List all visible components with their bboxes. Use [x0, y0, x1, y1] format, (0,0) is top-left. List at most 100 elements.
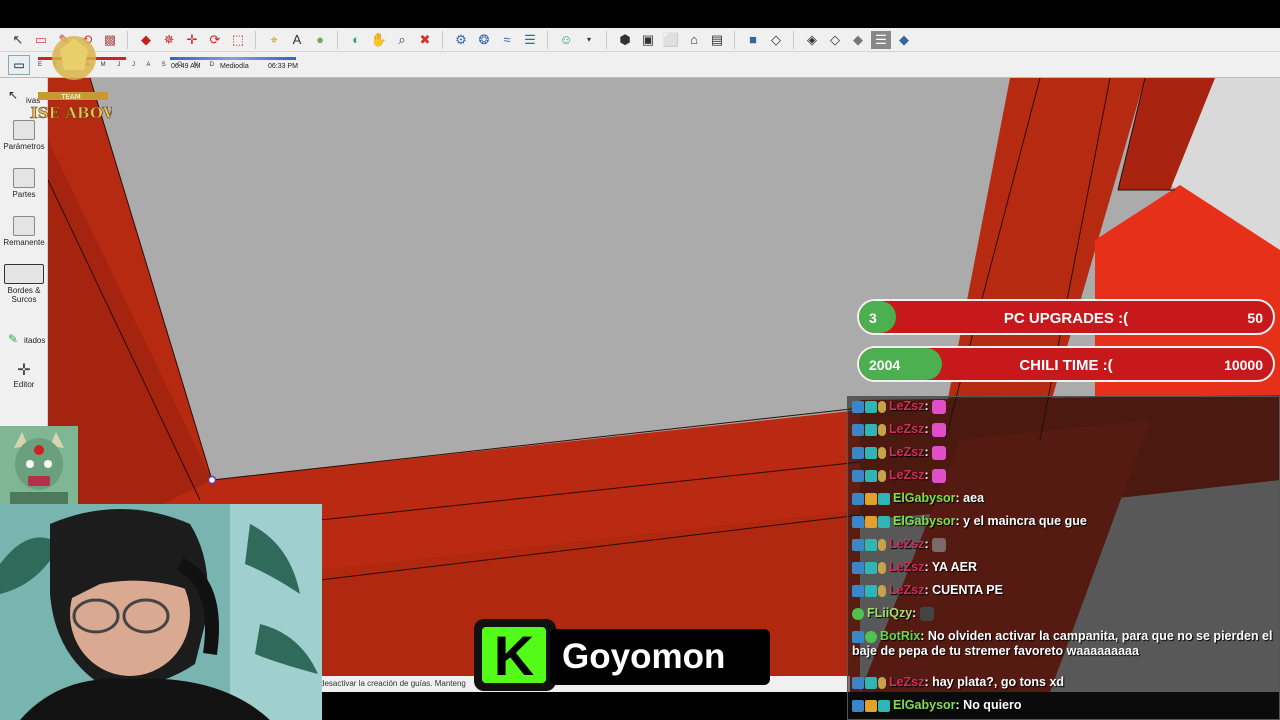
home-view-icon[interactable]: ⌂	[684, 31, 704, 49]
wireframe-icon[interactable]: ◇	[766, 31, 786, 49]
orbit-icon[interactable]: ◐	[346, 31, 366, 49]
sidebar-item-bordes[interactable]: Bordes & Surcos	[0, 264, 48, 304]
goal-target: 50	[1247, 310, 1263, 326]
paint-bucket-icon[interactable]: ●	[310, 31, 330, 49]
chat-username[interactable]: FLiiQzy	[867, 606, 912, 620]
chat-username[interactable]: LeZsz	[889, 445, 924, 459]
chat-message: LeZsz:	[852, 537, 1276, 552]
iso-view-icon[interactable]: ⬢	[615, 31, 635, 49]
style-icon[interactable]: ◆	[894, 31, 914, 49]
sidebar-item-remanente[interactable]: Remanente	[0, 216, 48, 247]
kick-logo-frame: K	[474, 619, 556, 691]
scale-icon[interactable]: ⬚	[228, 31, 248, 49]
chat-username[interactable]: LeZsz	[889, 675, 924, 689]
sandbox-icon[interactable]: ≈	[497, 31, 517, 49]
kick-nameplate: K Goyomon	[474, 619, 770, 691]
pink-emote	[932, 468, 947, 483]
shaded-texture-icon[interactable]: ◇	[825, 31, 845, 49]
solid-tools-icon[interactable]: ❂	[474, 31, 494, 49]
streamer-name: Goyomon	[550, 629, 770, 685]
back-view-icon[interactable]: ▤	[707, 31, 727, 49]
rotate-icon[interactable]: ⟳	[205, 31, 225, 49]
chat-username[interactable]: LeZsz	[889, 537, 924, 551]
xray-icon[interactable]: ☰	[871, 30, 891, 49]
arrow-cursor-icon: ↖	[8, 88, 19, 102]
shaded-icon[interactable]: ■	[743, 31, 763, 49]
time-slider[interactable]	[170, 57, 296, 60]
sidebar-item-partes[interactable]: Partes	[0, 168, 48, 199]
main-toolbar: ↖ ▭ ✎ ⟲ ▩ ◆ ✵ ✛ ⟳ ⬚ ⌖ A ● ◐ ✋ ⌕ ✖ ⚙ ❂ ≈ …	[0, 28, 1280, 52]
chat-username[interactable]: ElGabysor	[893, 491, 956, 505]
title-bar	[0, 0, 1280, 28]
chat-panel: LeZsz: LeZsz: LeZsz: LeZsz: ElGabysor: a…	[847, 396, 1280, 720]
chat-message: ElGabysor: y el maincra que gue	[852, 514, 1276, 529]
svg-text:TEAM: TEAM	[60, 93, 81, 101]
select-icon[interactable]: ↖	[8, 31, 28, 49]
goal-title: PC UPGRADES :(	[1003, 310, 1129, 327]
user-icon[interactable]: ☺	[556, 31, 576, 49]
sidebar-item-label: Editor	[13, 380, 35, 389]
time-mid: Mediodía	[220, 63, 249, 70]
chat-message: ElGabysor: No quiero	[852, 698, 1276, 713]
layers-icon[interactable]: ☰	[520, 31, 540, 49]
tools-sidebar: ↖ ivas Parámetros Partes Remanente Borde…	[0, 78, 48, 426]
toolbar-divider	[734, 30, 740, 49]
zoom-extents-icon[interactable]: ✖	[415, 31, 435, 49]
chat-username[interactable]: LeZsz	[889, 560, 924, 574]
components-icon[interactable]: ⚙	[451, 31, 471, 49]
chat-username[interactable]: LeZsz	[889, 399, 924, 413]
pink-emote	[932, 445, 947, 460]
sidebar-item-label: Bordes & Surcos	[7, 286, 41, 304]
chat-username[interactable]: ElGabysor	[893, 514, 956, 528]
push-pull-icon[interactable]: ◆	[136, 31, 156, 49]
user-badges	[852, 606, 865, 621]
goal-bar-chili-time: 2004 CHILI TIME :( 10000	[857, 346, 1275, 382]
stream-overlay: ↖ ▭ ✎ ⟲ ▩ ◆ ✵ ✛ ⟳ ⬚ ⌖ A ● ◐ ✋ ⌕ ✖ ⚙ ❂ ≈ …	[0, 0, 1280, 720]
pink-emote	[932, 422, 947, 437]
walk-icon[interactable]: ✋	[369, 31, 389, 49]
chat-username[interactable]: LeZsz	[889, 468, 924, 482]
chat-message: LeZsz:	[852, 422, 1276, 437]
chat-message: FLiiQzy:	[852, 606, 1276, 621]
toolbar-divider	[127, 30, 133, 49]
chat-message: BotRix: No olviden activar la campanita,…	[852, 629, 1273, 659]
chat-username[interactable]: ElGabysor	[893, 698, 956, 712]
sidebar-item-label: Remanente	[3, 238, 45, 247]
toolbar-divider	[547, 30, 553, 49]
user-badges	[852, 560, 887, 575]
toolbar-divider	[255, 30, 261, 49]
goal-title: CHILI TIME :(	[1019, 357, 1113, 374]
text-icon[interactable]: A	[287, 31, 307, 49]
front-view-icon[interactable]: ⬜	[661, 31, 681, 49]
toolbar-divider	[793, 30, 799, 49]
user-badges	[852, 583, 887, 598]
monochrome-icon[interactable]: ◆	[848, 31, 868, 49]
edge-icon	[4, 264, 44, 284]
top-view-icon[interactable]: ▣	[638, 31, 658, 49]
user-badges	[852, 491, 891, 506]
zoom-icon[interactable]: ⌕	[392, 31, 412, 49]
move-icon[interactable]: ✛	[182, 31, 202, 49]
kick-logo-icon: K	[482, 627, 546, 685]
chat-text: CUENTA PE	[932, 583, 1003, 597]
person-emote	[919, 606, 934, 621]
copy-icon	[13, 216, 35, 236]
svg-text:RISE ABOVE: RISE ABOVE	[30, 104, 112, 122]
chat-text: hay plata?, go tons xd	[932, 675, 1065, 689]
user-badges	[852, 698, 891, 713]
follow-me-icon[interactable]: ✵	[159, 31, 179, 49]
sidebar-item-editor[interactable]: ✛ Editor	[0, 360, 48, 389]
chat-message: LeZsz: hay plata?, go tons xd	[852, 675, 1276, 690]
cat-emote	[932, 537, 947, 552]
shadow-toggle-icon[interactable]: ▭	[8, 55, 30, 75]
time-start: 06:49 AM	[171, 63, 201, 70]
chat-username[interactable]: BotRix	[880, 629, 920, 643]
toolbar-divider	[337, 30, 343, 49]
tape-measure-icon[interactable]: ⌖	[264, 31, 284, 49]
chat-text: aea	[963, 491, 985, 505]
chevron-down-icon[interactable]: ▾	[579, 31, 599, 49]
chat-username[interactable]: LeZsz	[889, 422, 924, 436]
hidden-line-icon[interactable]: ◈	[802, 31, 822, 49]
user-badges	[852, 537, 887, 552]
chat-username[interactable]: LeZsz	[889, 583, 924, 597]
